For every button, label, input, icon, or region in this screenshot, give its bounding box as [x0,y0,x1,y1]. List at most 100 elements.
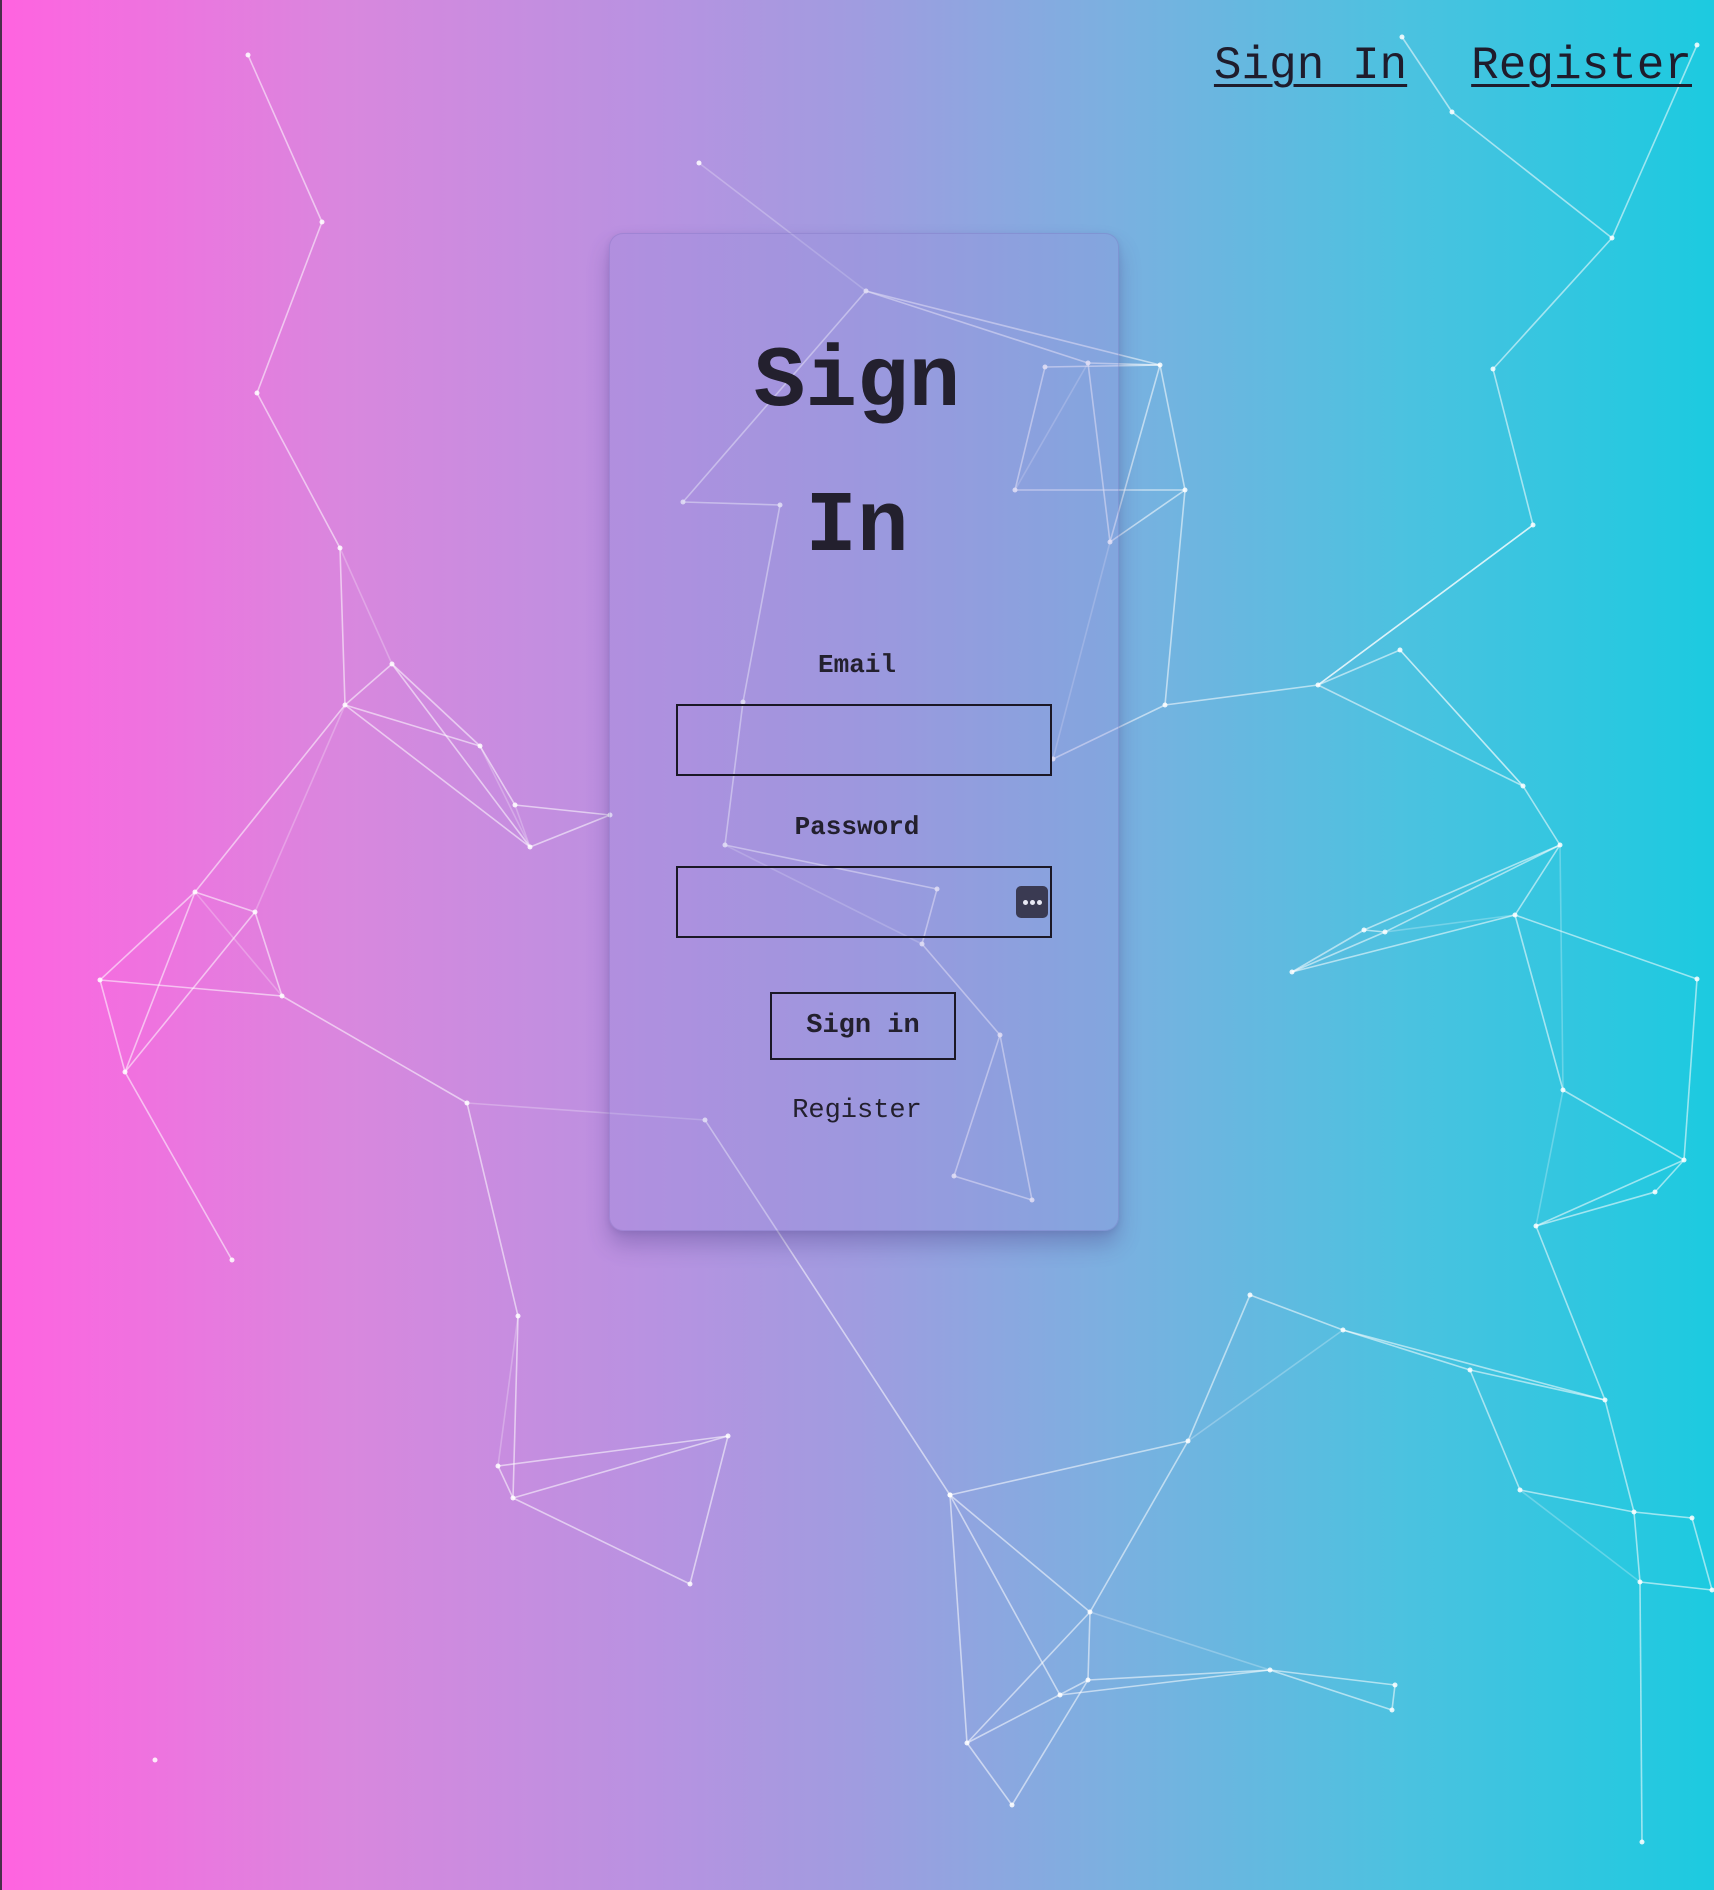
network-node [947,1492,953,1498]
network-node [477,743,483,749]
network-edge [1469,1369,1606,1401]
network-node [1087,1609,1093,1615]
network-edge [512,1315,519,1499]
network-edge [1187,1294,1251,1442]
network-edge [194,704,346,893]
network-edge [1384,844,1561,933]
network-edge [99,979,283,997]
network-edge [497,1315,519,1467]
network-edge [1269,1669,1393,1711]
network-node [1315,682,1321,688]
network-node [279,993,285,999]
network-edge [466,1102,519,1317]
network-edge [1363,929,1386,933]
network-edge [1639,1581,1713,1591]
network-edge [1384,914,1516,933]
network-edge [1639,1581,1643,1843]
network-edge [1291,929,1365,973]
network-node [122,1069,128,1075]
network-node [1689,1515,1695,1521]
network-edge [1469,1369,1521,1491]
network-node [696,160,702,166]
network-edge [1391,1684,1396,1711]
network-edge [1633,1511,1641,1583]
register-link[interactable]: Register [0,1096,1714,1126]
network-node [1609,235,1615,241]
network-node [1057,1692,1063,1698]
sign-in-button[interactable]: Sign in [770,992,956,1060]
email-label: Email [817,650,896,680]
network-edge [281,995,468,1104]
network-edge [1514,844,1561,916]
network-node [152,1757,158,1763]
nav-register-link[interactable]: Register [1471,40,1692,92]
network-node [725,1433,731,1439]
network-edge [949,1494,1091,1613]
network-edge [344,704,481,747]
network-node [1694,976,1700,982]
network-node [527,844,533,850]
network-node [687,1581,693,1587]
network-node [964,1740,970,1746]
network-edge [1317,684,1524,787]
network-edge [1535,1225,1606,1401]
network-edge [1519,1489,1635,1513]
network-node [1185,1438,1191,1444]
network-edge [1535,1191,1656,1227]
network-node [1533,1223,1539,1229]
network-edge [1633,1511,1693,1519]
network-node [1694,42,1700,48]
network-node [342,702,348,708]
network-node [1340,1327,1346,1333]
network-node [1009,1802,1015,1808]
network-edge [1164,684,1319,706]
network-edge [689,1435,729,1585]
network-edge [1291,914,1516,973]
network-node [495,1463,501,1469]
network-edge [1514,914,1564,1091]
network-edge [1059,1669,1271,1696]
network-node [1602,1397,1608,1403]
network-edge [1187,1329,1344,1442]
network-edge [512,1435,729,1499]
network-node [192,889,198,895]
network-edge [949,1440,1189,1496]
network-edge [497,1465,514,1499]
network-node [319,219,325,225]
network-node [1639,1839,1645,1845]
dot-icon [1036,899,1042,905]
network-node [1289,969,1295,975]
network-edge [949,1494,968,1744]
network-node [1399,34,1405,40]
network-node [1247,1292,1253,1298]
password-manager-icon[interactable] [1016,886,1048,918]
network-edge [1342,1329,1471,1371]
network-node [1449,109,1455,115]
network-edge [479,745,516,806]
network-node [1085,1677,1091,1683]
network-node [1652,1189,1658,1195]
email-field[interactable] [676,704,1052,776]
network-node [1681,1157,1687,1163]
dot-icon [1029,899,1035,905]
network-node [1560,1087,1566,1093]
network-node [1382,929,1388,935]
nav-sign-in-link[interactable]: Sign In [1214,40,1407,92]
network-node [1512,912,1518,918]
network-edge [1691,1517,1713,1591]
network-edge [99,891,196,981]
network-edge [1451,111,1613,239]
network-edge [1011,1679,1089,1806]
network-edge [254,911,283,997]
network-edge [949,1494,1061,1696]
network-edge [1087,1669,1271,1681]
left-edge-border [0,0,2,1890]
network-node [1162,702,1168,708]
network-node [1517,1487,1523,1493]
network-edge [497,1435,729,1467]
password-field[interactable] [676,866,1052,938]
network-node [1389,1707,1395,1713]
network-edge [1342,1329,1606,1401]
network-edge [1089,1440,1189,1613]
network-node [245,52,251,58]
